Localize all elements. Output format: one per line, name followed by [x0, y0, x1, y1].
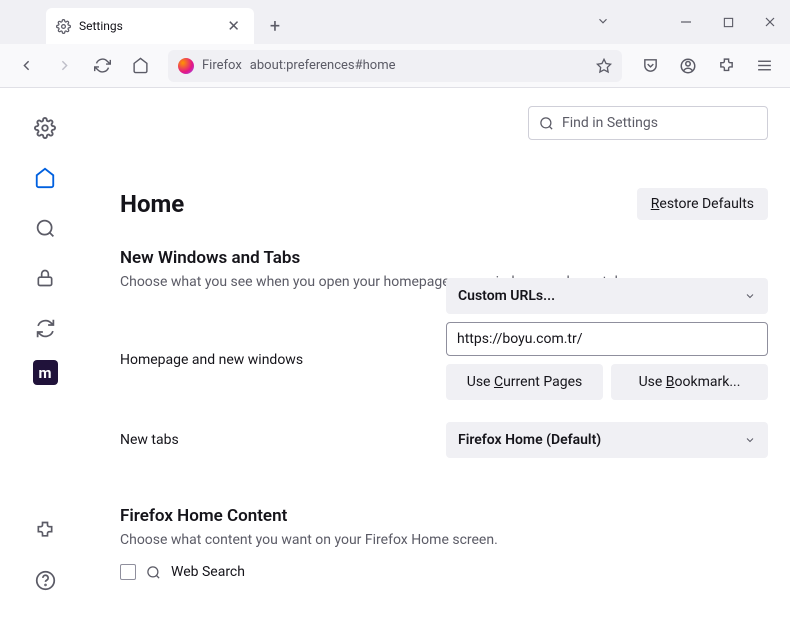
tab-list-dropdown[interactable] — [596, 14, 610, 28]
reload-button[interactable] — [86, 50, 118, 82]
tab-settings[interactable]: Settings ✕ — [46, 8, 254, 44]
newtabs-select[interactable]: Firefox Home (Default) — [446, 422, 768, 458]
sidebar-item-more[interactable]: m — [33, 360, 58, 385]
sidebar-item-help[interactable] — [27, 562, 63, 598]
sidebar-item-sync[interactable] — [27, 310, 63, 346]
search-placeholder: Find in Settings — [562, 115, 658, 131]
settings-search[interactable]: Find in Settings — [528, 106, 768, 140]
newtabs-label: New tabs — [120, 432, 426, 448]
settings-sidebar: m — [0, 88, 90, 618]
tab-title: Settings — [79, 19, 123, 33]
restore-defaults-button[interactable]: Restore Defaults — [637, 188, 768, 220]
use-current-pages-button[interactable]: Use Current Pages — [446, 364, 603, 400]
search-icon — [146, 565, 161, 580]
search-icon — [539, 116, 554, 131]
home-button[interactable] — [124, 50, 156, 82]
homepage-select[interactable]: Custom URLs... — [446, 278, 768, 314]
toolbar: Firefox about:preferences#home — [0, 44, 790, 88]
pocket-button[interactable] — [634, 50, 666, 82]
sidebar-item-search[interactable] — [27, 210, 63, 246]
websearch-row[interactable]: Web Search — [120, 564, 768, 580]
url-text: about:preferences#home — [250, 58, 588, 73]
chevron-down-icon — [744, 434, 756, 446]
main-panel: Find in Settings Home Restore Defaults N… — [90, 88, 790, 618]
url-prefix: Firefox — [202, 58, 242, 73]
firefox-icon — [178, 58, 194, 74]
maximize-button[interactable] — [716, 10, 740, 34]
chevron-down-icon — [744, 290, 756, 302]
sidebar-item-home[interactable] — [27, 160, 63, 196]
homepage-url-input[interactable] — [446, 322, 768, 356]
sidebar-item-general[interactable] — [27, 110, 63, 146]
close-icon[interactable]: ✕ — [223, 15, 244, 37]
back-button[interactable] — [10, 50, 42, 82]
use-bookmark-button[interactable]: Use Bookmark... — [611, 364, 768, 400]
section-home-content-desc: Choose what content you want on your Fir… — [120, 532, 768, 548]
homepage-label: Homepage and new windows — [120, 352, 426, 368]
account-button[interactable] — [672, 50, 704, 82]
tab-bar: Settings ✕ + — [0, 0, 790, 44]
new-tab-button[interactable]: + — [260, 11, 290, 41]
bookmark-star-icon[interactable] — [596, 58, 612, 74]
url-bar[interactable]: Firefox about:preferences#home — [168, 50, 622, 82]
extensions-button[interactable] — [710, 50, 742, 82]
section-home-content-title: Firefox Home Content — [120, 506, 768, 526]
window-controls — [674, 0, 782, 44]
content-area: m Find in Settings Home Restore Defaults… — [0, 88, 790, 618]
gear-icon — [56, 19, 71, 34]
menu-button[interactable] — [748, 50, 780, 82]
close-window-button[interactable] — [758, 10, 782, 34]
minimize-button[interactable] — [674, 10, 698, 34]
websearch-checkbox[interactable] — [120, 564, 136, 580]
section-windows-tabs-title: New Windows and Tabs — [120, 248, 768, 268]
forward-button — [48, 50, 80, 82]
sidebar-item-privacy[interactable] — [27, 260, 63, 296]
sidebar-item-extensions[interactable] — [27, 512, 63, 548]
page-title: Home — [120, 190, 184, 218]
websearch-label: Web Search — [171, 564, 245, 580]
